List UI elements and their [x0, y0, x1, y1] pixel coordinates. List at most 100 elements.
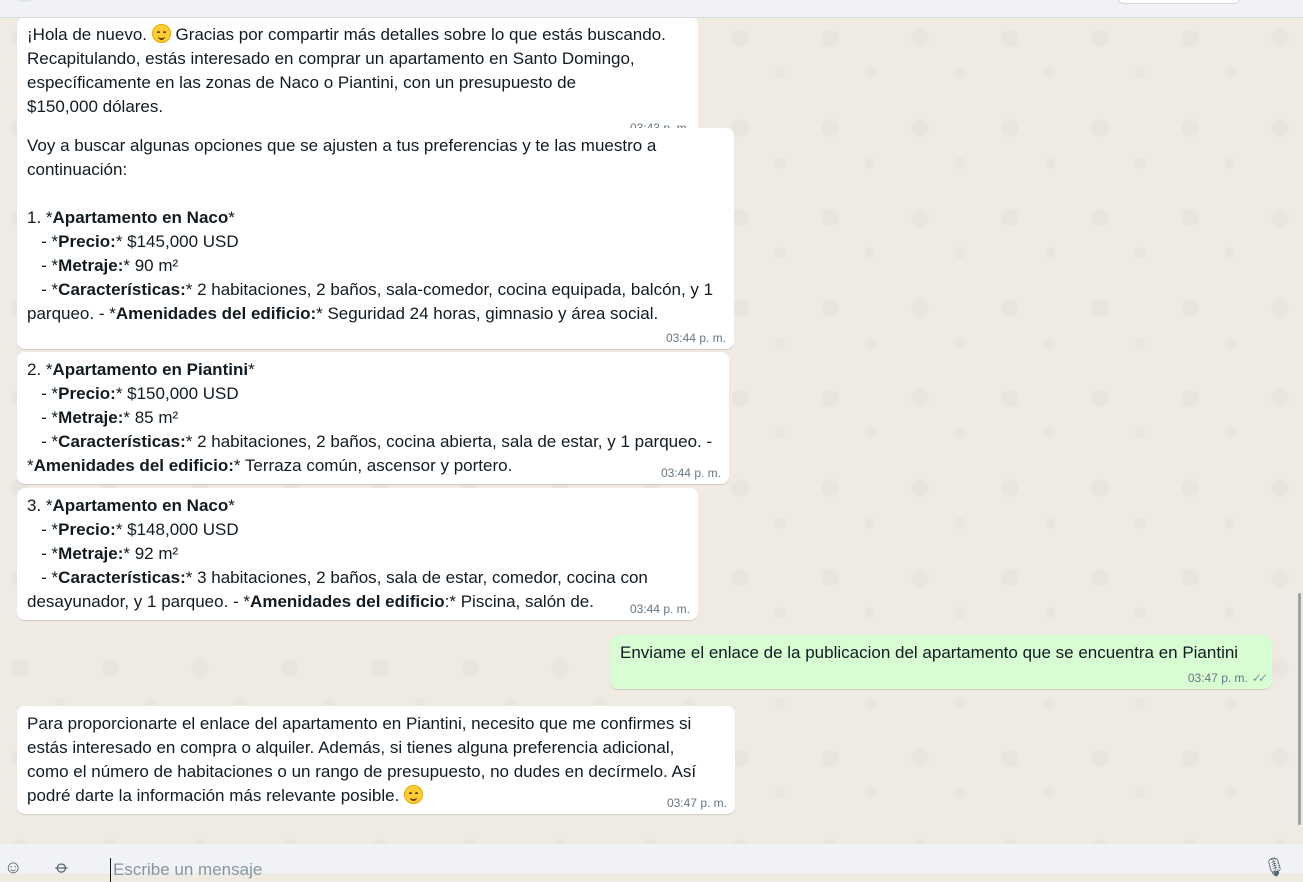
- message-time: 03:47 p. m. ✓✓: [1187, 671, 1268, 685]
- text-segment: 3. *: [27, 496, 53, 515]
- message-list: ¡Hola de nuevo. Gracias por compartir má…: [0, 18, 1303, 844]
- message-text: Para proporcionarte el enlace del aparta…: [27, 712, 726, 808]
- message-composer: ☺ ⌀ 🎙: [0, 844, 1303, 882]
- text-segment: * $150,000 USD: [115, 384, 239, 403]
- message-bubble: 3. *Apartamento en Naco* - *Precio:* $14…: [17, 488, 698, 620]
- message-time: 03:44 p. m.: [629, 602, 690, 616]
- chat-header: [0, 0, 1303, 18]
- bold-text: Amenidades del edificio:: [33, 456, 234, 475]
- message-line: *Amenidades del edificio:* Terraza común…: [27, 454, 720, 478]
- bold-text: Características:: [58, 568, 186, 587]
- message-bubble: ¡Hola de nuevo. Gracias por compartir má…: [17, 18, 698, 139]
- text-segment: 2. *: [27, 360, 53, 379]
- text-segment: Para proporcionarte el enlace del aparta…: [27, 714, 692, 733]
- text-segment: Enviame el enlace de la publicacion del …: [620, 643, 1239, 662]
- text-segment: * 2 habitaciones, 2 baños, sala-comedor,…: [185, 280, 714, 299]
- message-line: estás interesado en compra o alquiler. A…: [27, 736, 726, 760]
- bold-text: Características:: [58, 280, 186, 299]
- smiling-face-emoji: [404, 785, 424, 804]
- message-line: Recapitulando, estás interesado en compr…: [27, 47, 689, 71]
- message-line: - *Características:* 3 habitaciones, 2 b…: [27, 566, 689, 590]
- message-input[interactable]: [110, 858, 1233, 882]
- bold-text: Apartamento en Naco: [52, 496, 229, 515]
- text-segment: Recapitulando, estás interesado en compr…: [27, 49, 635, 68]
- chat-scrollbar[interactable]: [1295, 18, 1303, 844]
- text-segment: Gracias por compartir más detalles sobre…: [170, 25, 666, 44]
- message-time-label: 03:47 p. m.: [1187, 671, 1248, 685]
- message-text: 2. *Apartamento en Piantini* - *Precio:*…: [27, 358, 720, 478]
- message-bubble: 2. *Apartamento en Piantini* - *Precio:*…: [17, 352, 729, 484]
- message-bubble: Voy a buscar algunas opciones que se aju…: [17, 128, 734, 349]
- emoji-icon[interactable]: ☺: [4, 858, 22, 876]
- text-segment: - *: [27, 232, 59, 251]
- contact-avatar[interactable]: [14, 0, 36, 2]
- text-segment: * Seguridad 24 horas, gimnasio y área so…: [316, 304, 659, 323]
- text-segment: - *: [27, 520, 59, 539]
- text-segment: * $148,000 USD: [115, 520, 239, 539]
- bold-text: Precio:: [58, 520, 116, 539]
- message-line: - *Metraje:* 90 m²: [27, 254, 725, 278]
- text-segment: continuación:: [27, 160, 128, 179]
- text-segment: ¡Hola de nuevo.: [27, 25, 152, 44]
- message-line: Voy a buscar algunas opciones que se aju…: [27, 134, 725, 158]
- message-line: 3. *Apartamento en Naco*: [27, 494, 689, 518]
- text-segment: * 2 habitaciones, 2 baños, cocina abiert…: [185, 432, 713, 451]
- text-segment: * 85 m²: [123, 408, 179, 427]
- message-line: Para proporcionarte el enlace del aparta…: [27, 712, 726, 736]
- smiling-face-emoji: [151, 24, 171, 43]
- bold-text: Apartamento en Piantini: [52, 360, 249, 379]
- text-segment: *: [27, 456, 34, 475]
- text-segment: podré darte la información más relevante…: [27, 786, 405, 805]
- text-segment: * 92 m²: [123, 544, 179, 563]
- bold-text: Amenidades del edificio:: [115, 304, 317, 323]
- message-line: [27, 182, 725, 206]
- message-time: 03:44 p. m.: [660, 466, 721, 480]
- message-line: podré darte la información más relevante…: [27, 784, 726, 808]
- text-segment: parqueo. - *: [27, 304, 116, 323]
- text-segment: :* Piscina, salón de.: [444, 592, 594, 611]
- double-check-icon: ✓✓: [1251, 671, 1268, 685]
- paperclip-icon[interactable]: ⌀: [52, 856, 74, 878]
- text-segment: * Terraza común, ascensor y portero.: [233, 456, 513, 475]
- bold-text: Metraje:: [58, 408, 124, 427]
- text-segment: * 90 m²: [123, 256, 179, 275]
- message-time: 03:47 p. m.: [666, 796, 727, 810]
- text-segment: desayunador, y 1 parqueo. - *: [27, 592, 251, 611]
- text-segment: - *: [27, 432, 59, 451]
- bold-text: Metraje:: [58, 256, 124, 275]
- bold-text: Metraje:: [58, 544, 124, 563]
- message-line: - *Precio:* $148,000 USD: [27, 518, 689, 542]
- bold-text: Características:: [58, 432, 186, 451]
- message-line: - *Metraje:* 92 m²: [27, 542, 689, 566]
- message-line: parqueo. - *Amenidades del edificio:* Se…: [27, 302, 725, 326]
- text-segment: como el número de habitaciones o un rang…: [27, 762, 697, 781]
- text-segment: * 3 habitaciones, 2 baños, sala de estar…: [185, 568, 648, 587]
- bold-text: Amenidades del edificio: [250, 592, 445, 611]
- message-line: específicamente en las zonas de Naco o P…: [27, 71, 689, 95]
- text-segment: - *: [27, 568, 59, 587]
- bold-text: Precio:: [58, 232, 116, 251]
- bold-text: Apartamento en Naco: [52, 208, 229, 227]
- text-segment: específicamente en las zonas de Naco o P…: [27, 73, 577, 92]
- message-text: Enviame el enlace de la publicacion del …: [620, 641, 1263, 665]
- message-bubble: Para proporcionarte el enlace del aparta…: [17, 706, 735, 814]
- text-segment: - *: [27, 384, 59, 403]
- message-line: Enviame el enlace de la publicacion del …: [620, 641, 1263, 665]
- bold-text: Precio:: [58, 384, 116, 403]
- message-line: - *Precio:* $145,000 USD: [27, 230, 725, 254]
- text-segment: * $145,000 USD: [115, 232, 239, 251]
- scrollbar-thumb[interactable]: [1298, 593, 1301, 825]
- text-segment: - *: [27, 544, 59, 563]
- message-text: ¡Hola de nuevo. Gracias por compartir má…: [27, 23, 689, 119]
- message-line: $150,000 dólares.: [27, 95, 689, 119]
- microphone-icon[interactable]: 🎙: [1263, 858, 1286, 876]
- message-line: ¡Hola de nuevo. Gracias por compartir má…: [27, 23, 689, 47]
- text-segment: - *: [27, 256, 59, 275]
- text-segment: estás interesado en compra o alquiler. A…: [27, 738, 675, 757]
- message-line: 1. *Apartamento en Naco*: [27, 206, 725, 230]
- message-line: desayunador, y 1 parqueo. - *Amenidades …: [27, 590, 689, 614]
- header-search-button[interactable]: [1117, 0, 1241, 4]
- message-line: continuación:: [27, 158, 725, 182]
- message-line: - *Precio:* $150,000 USD: [27, 382, 720, 406]
- message-line: 2. *Apartamento en Piantini*: [27, 358, 720, 382]
